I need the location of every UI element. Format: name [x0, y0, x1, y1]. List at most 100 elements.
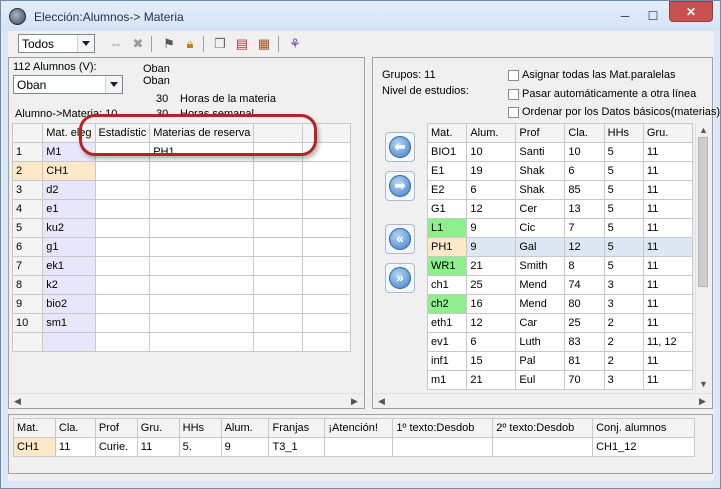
- students-cell[interactable]: 25: [466, 275, 517, 295]
- reserve-subject-cell[interactable]: [301, 275, 352, 295]
- column-header[interactable]: Alum.: [220, 418, 270, 438]
- chosen-subject-cell[interactable]: sm1: [42, 313, 96, 333]
- column-header[interactable]: HHs: [603, 123, 644, 143]
- move-right-button[interactable]: ➡: [385, 171, 415, 201]
- reserve-subject-cell[interactable]: [253, 161, 303, 181]
- table-row[interactable]: E1 19 Shak 6 5 11: [426, 161, 694, 181]
- reserve-subject-cell[interactable]: [149, 161, 255, 181]
- group-cell[interactable]: 11: [642, 275, 694, 295]
- table-row[interactable]: ch2 16 Mend 80 3 11: [426, 294, 694, 314]
- reserve-subject-cell[interactable]: [301, 332, 352, 352]
- scroll-down-icon[interactable]: ▼: [699, 379, 708, 389]
- reserve-subject-cell[interactable]: [301, 313, 352, 333]
- column-header[interactable]: Gru.: [642, 123, 694, 143]
- reserve-subject-cell[interactable]: [301, 256, 352, 276]
- subject-cell[interactable]: E1: [426, 161, 468, 181]
- chosen-subject-cell[interactable]: ek1: [42, 256, 96, 276]
- teacher-cell[interactable]: Cer: [515, 199, 566, 219]
- table-row[interactable]: PH1 9 Gal 12 5 11: [426, 237, 694, 257]
- auto-next-line-checkbox[interactable]: [508, 89, 519, 100]
- hours-cell[interactable]: 5: [603, 199, 644, 219]
- class-cell[interactable]: 80: [564, 294, 605, 314]
- scroll-right-icon[interactable]: ▶: [351, 396, 358, 407]
- teacher-cell[interactable]: Car: [515, 313, 566, 333]
- reserve-subject-cell[interactable]: [149, 256, 255, 276]
- statistic-cell[interactable]: [94, 275, 151, 295]
- table-row[interactable]: 6 g1: [11, 237, 352, 257]
- students-cell[interactable]: 6: [466, 180, 517, 200]
- user-settings-icon[interactable]: ⚘: [286, 36, 304, 52]
- minimize-button[interactable]: ─: [612, 6, 638, 26]
- chosen-subject-cell[interactable]: e1: [42, 199, 96, 219]
- table-row[interactable]: eth1 12 Car 25 2 11: [426, 313, 694, 333]
- column-header[interactable]: Franjas: [268, 418, 326, 438]
- column-header[interactable]: 1º texto:Desdob: [392, 418, 494, 438]
- teacher-cell[interactable]: Smith: [515, 256, 566, 276]
- class-cell[interactable]: 12: [564, 237, 605, 257]
- group-cell[interactable]: 11: [642, 161, 694, 181]
- reserve-subject-cell[interactable]: [149, 237, 255, 257]
- group-cell[interactable]: 11: [642, 351, 694, 371]
- reserve-subject-cell[interactable]: [149, 199, 255, 219]
- move-left-button[interactable]: ⬅: [385, 132, 415, 162]
- table-row[interactable]: CH1 11 Curie. 11 5. 9 T3_1 CH1_12: [13, 437, 695, 457]
- reserve-subject-cell[interactable]: [253, 332, 303, 352]
- column-header[interactable]: Mat.: [426, 123, 468, 143]
- statistic-cell[interactable]: [94, 294, 151, 314]
- subject-cell[interactable]: ch2: [426, 294, 468, 314]
- table-row[interactable]: [11, 332, 352, 352]
- student-set-cell[interactable]: CH1_12: [592, 437, 695, 457]
- table-row[interactable]: 2 CH1: [11, 161, 352, 181]
- chevron-down-icon[interactable]: [77, 35, 94, 52]
- students-cell[interactable]: 10: [466, 142, 517, 162]
- column-header[interactable]: Alum.: [466, 123, 517, 143]
- move-all-left-button[interactable]: «: [385, 224, 415, 254]
- hours-cell[interactable]: 5: [603, 256, 644, 276]
- group-cell[interactable]: 11: [642, 237, 694, 257]
- table-row[interactable]: BIO1 10 Santi 10 5 11: [426, 142, 694, 162]
- class-cell[interactable]: 11: [54, 437, 96, 457]
- statistic-cell[interactable]: [94, 237, 151, 257]
- sort-basic-data-label[interactable]: Ordenar por los Datos básicos(materias): [522, 106, 720, 118]
- copy-icon[interactable]: ❐: [211, 36, 229, 52]
- students-cell[interactable]: 21: [466, 370, 517, 390]
- column-header[interactable]: Cla.: [54, 418, 96, 438]
- hours-cell[interactable]: 5: [603, 218, 644, 238]
- reserve-subject-cell[interactable]: [253, 237, 303, 257]
- horizontal-scrollbar[interactable]: ◀ ▶: [374, 393, 712, 408]
- group-cell[interactable]: 11: [136, 437, 180, 457]
- students-cell[interactable]: 12: [466, 313, 517, 333]
- chosen-subject-cell[interactable]: CH1: [42, 161, 96, 181]
- move-all-right-button[interactable]: »: [385, 263, 415, 293]
- teacher-cell[interactable]: Mend: [515, 275, 566, 295]
- class-cell[interactable]: 85: [564, 180, 605, 200]
- table-row[interactable]: 8 k2: [11, 275, 352, 295]
- group-cell[interactable]: 11: [642, 142, 694, 162]
- students-cell[interactable]: 9: [466, 237, 517, 257]
- hours-cell[interactable]: 5: [603, 237, 644, 257]
- vertical-scrollbar[interactable]: ▲ ▼: [695, 123, 710, 393]
- group-cell[interactable]: 11: [642, 370, 694, 390]
- subject-cell[interactable]: CH1: [13, 437, 56, 457]
- subject-cell[interactable]: m1: [426, 370, 468, 390]
- reserve-subject-cell[interactable]: [301, 237, 352, 257]
- subject-cell[interactable]: WR1: [426, 256, 468, 276]
- teacher-cell[interactable]: Pal: [515, 351, 566, 371]
- chevron-down-icon[interactable]: [105, 76, 122, 93]
- auto-next-line-label[interactable]: Pasar automáticamente a otra línea: [522, 88, 696, 100]
- subject-cell[interactable]: L1: [426, 218, 468, 238]
- subject-cell[interactable]: eth1: [426, 313, 468, 333]
- text1-cell[interactable]: [392, 437, 494, 457]
- class-cell[interactable]: 74: [564, 275, 605, 295]
- group-cell[interactable]: 11: [642, 294, 694, 314]
- group-cell[interactable]: 11, 12: [642, 332, 694, 352]
- text2-cell[interactable]: [492, 437, 594, 457]
- hours-cell[interactable]: 5: [603, 180, 644, 200]
- column-header[interactable]: 2º texto:Desdob: [492, 418, 594, 438]
- hours-cell[interactable]: 3: [603, 275, 644, 295]
- reserve-subject-cell[interactable]: [301, 199, 352, 219]
- teacher-cell[interactable]: Santi: [515, 142, 566, 162]
- column-header[interactable]: HHs: [178, 418, 222, 438]
- reserve-subject-cell[interactable]: [301, 161, 352, 181]
- column-header[interactable]: Conj. alumnos: [592, 418, 695, 438]
